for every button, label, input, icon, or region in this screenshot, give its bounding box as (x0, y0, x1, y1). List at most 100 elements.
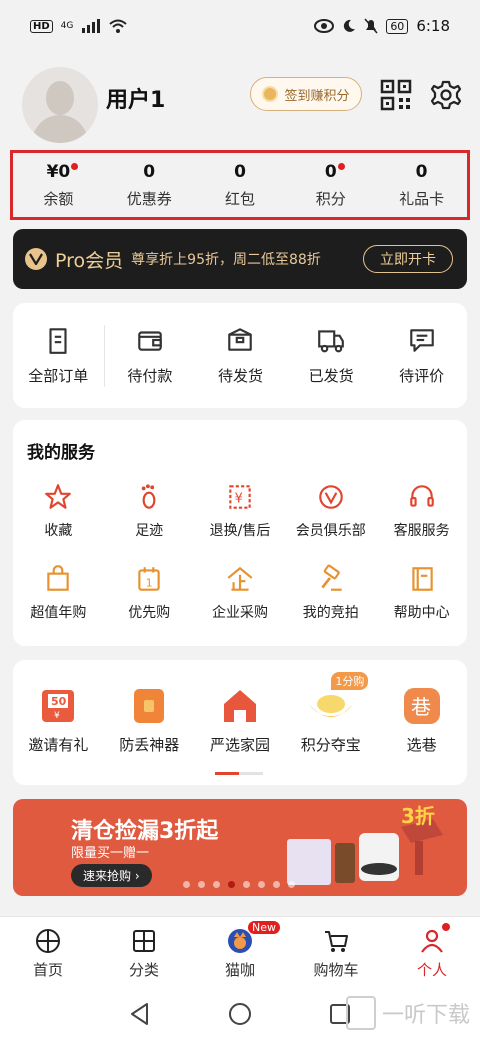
tab-label: 购物车 (313, 961, 359, 979)
asset-item[interactable]: 0 积分 (285, 153, 376, 217)
asset-item[interactable]: ¥0 余额 (13, 153, 104, 217)
asset-item[interactable]: 0 礼品卡 (376, 153, 467, 217)
signin-button[interactable]: 签到赚积分 (250, 77, 362, 111)
notification-dot (71, 162, 79, 170)
service-item[interactable]: 客服服务 (376, 482, 467, 540)
order-item[interactable]: 待评价 (376, 325, 467, 386)
promo-tag: 1分购 (331, 672, 369, 690)
home-icon (223, 690, 256, 722)
order-label: 待评价 (399, 367, 445, 385)
asset-item[interactable]: 0 红包 (195, 153, 286, 217)
refund-icon: ¥ (229, 485, 251, 509)
promo-item[interactable]: 1分购 积分夺宝 (285, 672, 376, 785)
order-label: 待付款 (127, 367, 173, 385)
asset-value: ¥0 (47, 162, 79, 182)
watermark-logo-icon (345, 996, 376, 1030)
username[interactable]: 用户1 (106, 82, 165, 114)
order-item[interactable]: 已发货 (286, 325, 377, 386)
order-item[interactable]: 全部订单 (13, 325, 104, 386)
bottom-tab-bar: 首页 分类 猫咖 New 购物车 个人 (0, 916, 480, 988)
banner-dot[interactable] (213, 881, 220, 888)
box-icon (228, 328, 253, 351)
tab-item[interactable]: 首页 (0, 917, 96, 988)
gavel-icon (321, 564, 342, 591)
xuanxiang-icon: 巷 (403, 688, 440, 724)
pro-title: Pro会员 (55, 249, 124, 272)
avatar[interactable] (22, 67, 98, 143)
banner-cta-button[interactable]: 速来抢购 › (71, 864, 152, 887)
cart-icon (325, 931, 348, 952)
home-tab-icon (36, 929, 60, 953)
coin-icon (262, 86, 279, 102)
service-item[interactable]: 1 优先购 (104, 564, 195, 622)
order-label: 待发货 (217, 367, 263, 385)
service-item[interactable]: 超值年购 (13, 564, 104, 622)
pro-member-bar[interactable]: Pro会员 尊享折上95折，周二低至88折 立即开卡 (13, 229, 467, 289)
truck-icon (318, 330, 344, 353)
service-item[interactable]: 会员俱乐部 (285, 482, 376, 540)
service-item[interactable]: 帮助中心 (376, 564, 467, 622)
headset-icon (409, 485, 434, 507)
service-item[interactable]: 企业采购 (195, 564, 286, 622)
promo-item[interactable]: 50 ¥ 邀请有礼 (13, 686, 104, 785)
order-item[interactable]: 待发货 (195, 325, 286, 386)
open-pro-button[interactable]: 立即开卡 (363, 245, 453, 273)
asset-item[interactable]: 0 优惠券 (104, 153, 195, 217)
category-icon (133, 930, 155, 952)
service-label: 收藏 (44, 523, 73, 539)
order-item[interactable]: 待付款 (105, 325, 196, 386)
gold-ingot-icon (308, 695, 353, 717)
banner-dot[interactable] (243, 881, 250, 888)
asset-label: 积分 (315, 189, 346, 208)
clearance-banner[interactable]: 清仓捡漏3折起 限量买一赠一 速来抢购 › 3折 (13, 799, 467, 896)
asset-label: 优惠券 (126, 189, 172, 208)
tab-label: 分类 (128, 961, 159, 979)
banner-dot[interactable] (228, 881, 235, 888)
promo-item[interactable]: 严选家园 (195, 686, 286, 785)
signin-label: 签到赚积分 (284, 88, 350, 104)
svg-text:¥: ¥ (54, 711, 60, 721)
promo-item[interactable]: 巷选巷 (376, 686, 467, 785)
service-item[interactable]: 我的竞拍 (285, 564, 376, 622)
tab-label: 个人 (416, 961, 447, 979)
promo-item[interactable]: 防丢神器 (104, 686, 195, 785)
banner-title: 清仓捡漏3折起 (71, 819, 219, 844)
banner-dot[interactable] (198, 881, 205, 888)
qr-code-icon[interactable] (380, 79, 412, 111)
status-right: 60 6:18 (314, 17, 450, 35)
tab-item[interactable]: 购物车 (288, 917, 384, 988)
asset-value: 0 (325, 162, 345, 182)
tab-label: 首页 (32, 961, 63, 979)
gear-icon[interactable] (430, 79, 462, 111)
notification-dot (337, 162, 345, 170)
banner-dot[interactable] (183, 881, 190, 888)
tab-item[interactable]: 个人 (384, 917, 480, 988)
service-label: 帮助中心 (393, 605, 450, 621)
service-label: 客服服务 (393, 523, 450, 539)
tag-icon (134, 689, 165, 723)
service-item[interactable]: ¥ 退换/售后 (195, 482, 286, 540)
status-bar: HD 4G 60 6:18 (0, 0, 480, 52)
tab-item[interactable]: 猫咖 New (192, 917, 288, 988)
banner-dot[interactable] (258, 881, 265, 888)
service-label: 会员俱乐部 (295, 523, 366, 539)
service-label: 足迹 (135, 523, 164, 539)
status-left: HD 4G (30, 19, 128, 33)
svg-text:50: 50 (51, 695, 67, 708)
service-label: 企业采购 (211, 605, 268, 621)
notification-dot (442, 923, 450, 931)
orders-card: 全部订单 待付款 待发货 已发货 待评价 (13, 303, 467, 408)
service-label: 超值年购 (30, 605, 87, 621)
banner-dot[interactable] (273, 881, 280, 888)
priority-calendar-icon: 1 (138, 567, 160, 591)
banner-dot[interactable] (288, 881, 295, 888)
service-label: 退换/售后 (209, 523, 271, 539)
svg-text:3折: 3折 (401, 805, 435, 828)
promo-label: 防丢神器 (119, 736, 180, 754)
tab-item[interactable]: 分类 (96, 917, 192, 988)
home-nav-icon[interactable] (228, 1002, 252, 1026)
assets-row: ¥0 余额 0 优惠券 0 红包 0 积分 0 礼品卡 (10, 150, 470, 220)
service-item[interactable]: 足迹 (104, 482, 195, 540)
back-nav-icon[interactable] (129, 1002, 151, 1026)
service-item[interactable]: 收藏 (13, 482, 104, 540)
